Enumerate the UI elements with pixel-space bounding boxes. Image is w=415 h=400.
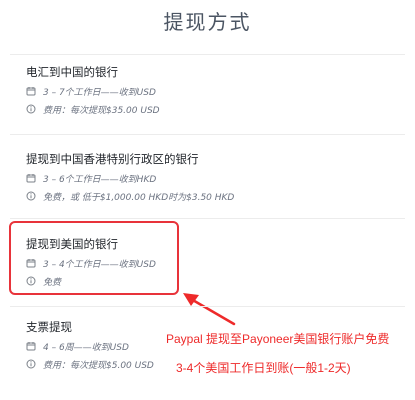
divider [10,218,405,219]
method-fee-row: 免费，或 低于$1,000.00 HKD时为$3.50 HKD [26,189,386,203]
method-title: 提现到中国香港特别行政区的银行 [26,152,199,166]
method-time-row: 3 – 6个工作日——收到HKD [26,171,386,185]
calendar-icon [26,174,36,183]
method-time-row: 3 – 7个工作日——收到USD [26,84,386,98]
method-fee: 免费，或 低于$1,000.00 HKD时为$3.50 HKD [43,192,235,203]
withdraw-method-wire-china[interactable]: 电汇到中国的银行 3 – 7个工作日——收到USD 费用：每次提现$35.00 … [26,64,386,116]
method-time: 3 – 7个工作日——收到USD [43,87,156,98]
method-title: 电汇到中国的银行 [26,65,118,79]
info-icon [26,359,36,369]
withdraw-method-hk-bank[interactable]: 提现到中国香港特别行政区的银行 3 – 6个工作日——收到HKD 免费，或 低于… [26,151,386,203]
annotation-text: 3-4个美国工作日到账(一般1-2天) [176,361,351,375]
method-fee: 费用：每次提现$35.00 USD [43,105,160,116]
highlight-box [9,221,179,295]
info-icon [26,191,36,201]
method-time: 3 – 6个工作日——收到HKD [43,174,157,185]
annotation-text: Paypal 提现至Payoneer美国银行账户免费 [166,332,390,346]
divider [10,134,405,135]
info-icon [26,104,36,114]
method-time: 4 – 6周——收到USD [43,342,129,353]
method-fee: 费用：每次提现$5.00 USD [43,360,154,371]
divider [10,306,405,307]
calendar-icon [26,87,36,96]
page-title: 提现方式 [163,10,252,34]
calendar-icon [26,342,36,351]
divider [10,54,405,55]
method-fee-row: 费用：每次提现$35.00 USD [26,102,386,116]
